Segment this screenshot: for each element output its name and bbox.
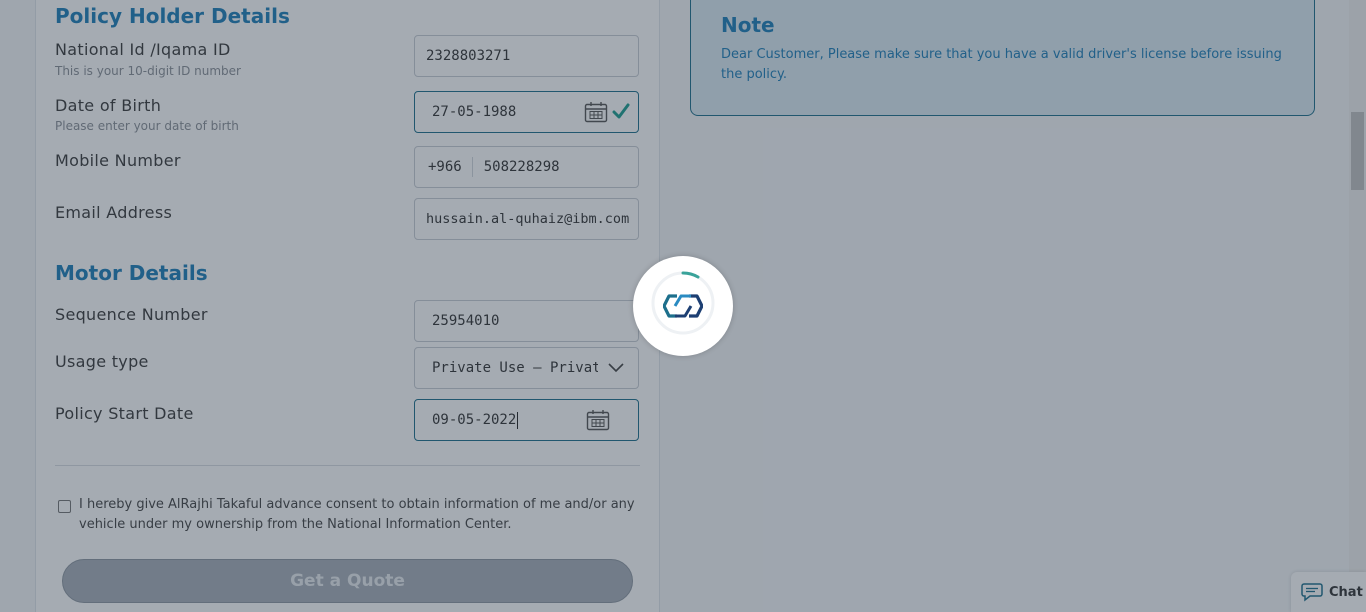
loading-spinner xyxy=(633,256,733,356)
loading-overlay xyxy=(0,0,1366,612)
brand-logo-icon xyxy=(663,294,703,318)
